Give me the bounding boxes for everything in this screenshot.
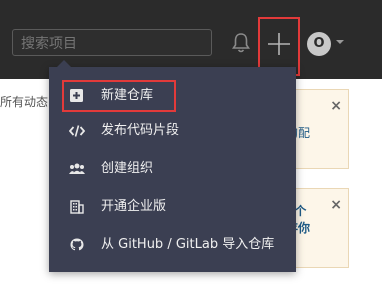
menu-item-label: 创建组织 (101, 161, 154, 176)
all-activity-label: 所有动态 (0, 95, 49, 109)
menu-item-enterprise[interactable]: 开通企业版 (49, 188, 296, 226)
menu-item-label: 从 GitHub / GitLab 导入仓库 (101, 237, 275, 252)
search-input[interactable] (12, 29, 212, 56)
avatar[interactable]: O (307, 32, 331, 56)
group-icon (69, 163, 85, 174)
close-icon[interactable]: × (330, 197, 342, 213)
new-repo-highlight (62, 80, 176, 112)
building-icon (70, 200, 84, 214)
code-icon (69, 125, 85, 137)
bell-icon[interactable] (231, 32, 251, 54)
menu-item-label: 发布代码片段 (101, 123, 180, 138)
chevron-down-icon[interactable] (336, 40, 344, 44)
menu-item-label: 开通企业版 (101, 199, 167, 214)
close-icon[interactable]: × (330, 98, 342, 114)
menu-item-publish-snippet[interactable]: 发布代码片段 (49, 112, 296, 150)
menu-item-import-repo[interactable]: 从 GitHub / GitLab 导入仓库 (49, 226, 296, 264)
github-icon (70, 238, 84, 251)
menu-item-create-org[interactable]: 创建组织 (49, 150, 296, 188)
